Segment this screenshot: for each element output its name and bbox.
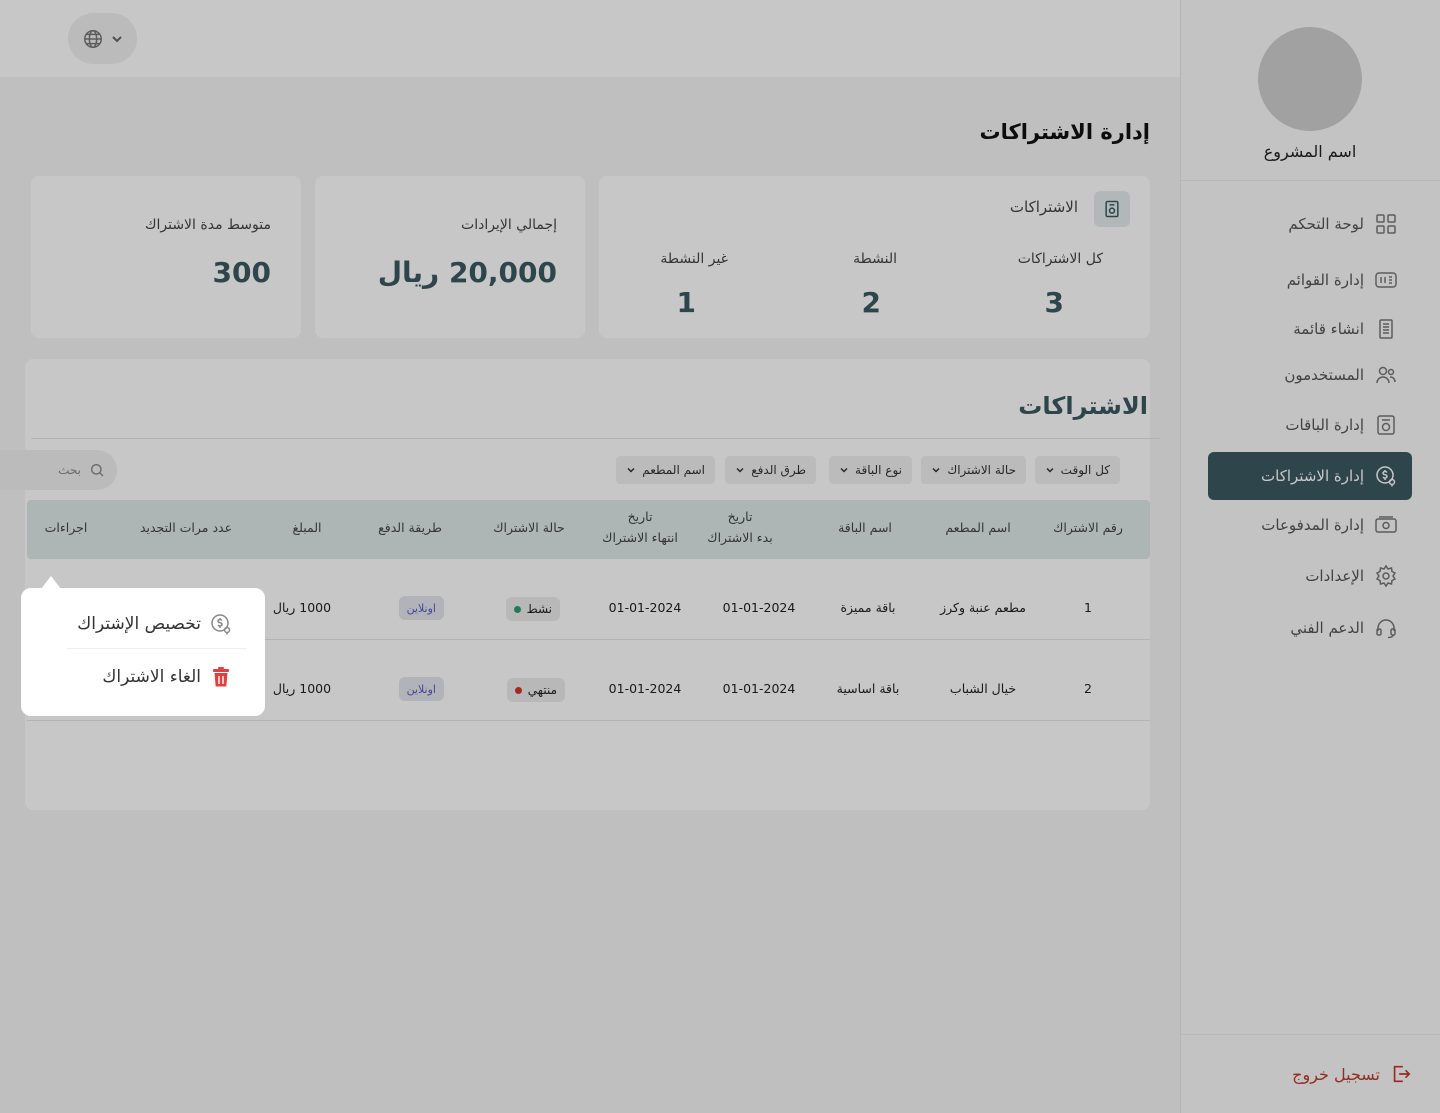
divider <box>67 648 247 649</box>
trash-icon <box>213 667 229 687</box>
option-label: تخصيص الإشتراك <box>77 614 201 634</box>
dollar-badge-icon <box>211 614 231 635</box>
cancel-subscription-option[interactable]: الغاء الاشتراك <box>102 665 233 689</box>
actions-menu: تخصيص الإشتراك الغاء الاشتراك <box>21 576 265 716</box>
option-label: الغاء الاشتراك <box>102 667 201 687</box>
customize-subscription-option[interactable]: تخصيص الإشتراك <box>77 612 233 636</box>
modal-overlay[interactable] <box>0 0 1440 1113</box>
